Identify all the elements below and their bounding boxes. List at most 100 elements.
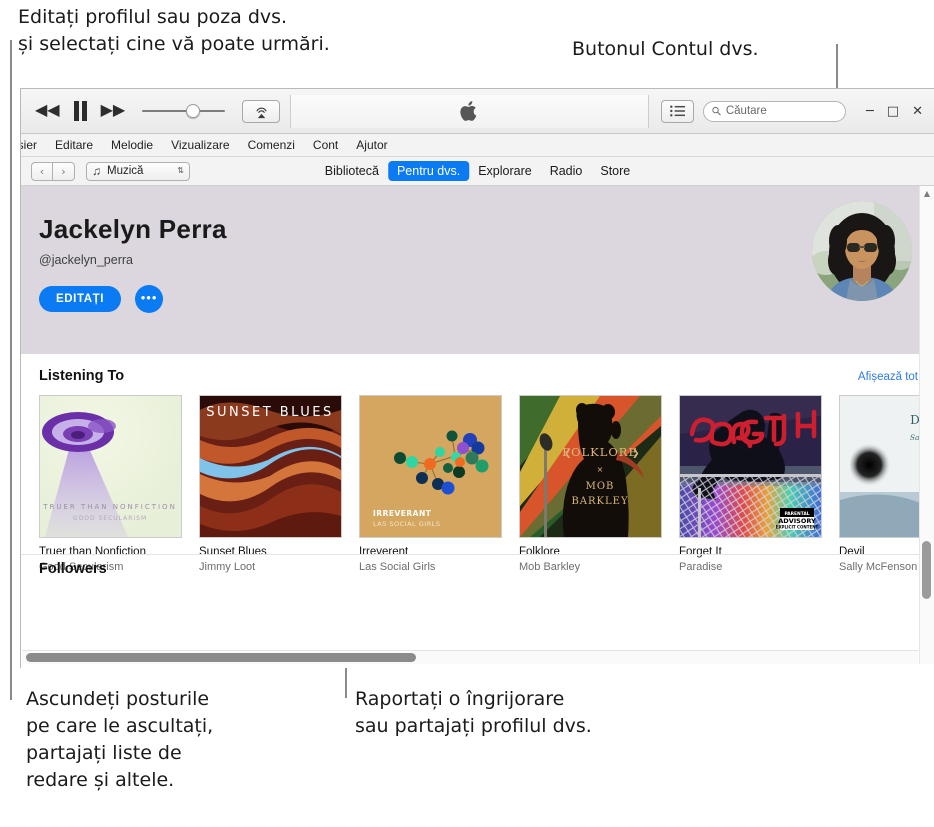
album-art-folklore[interactable]: FOLKLORE × MOB BARKLEY ❮ ❯ [519, 395, 662, 538]
album-title: Sunset Blues [199, 546, 267, 558]
svg-text:MOB: MOB [586, 481, 615, 492]
leader-line-top-left [10, 40, 12, 700]
album-list: TRUER THAN NONFICTION GOOD SECULARISM Tr… [39, 395, 934, 573]
menu-bar: isier Editare Melodie Vizualizare Comenz… [21, 134, 934, 157]
now-playing-display [291, 94, 649, 128]
album-artist: Jimmy Loot [199, 561, 256, 573]
svg-text:❮: ❮ [564, 449, 572, 459]
svg-text:GOOD SECULARISM: GOOD SECULARISM [73, 515, 147, 522]
content-area: Jackelyn Perra @jackelyn_perra EDITAȚI •… [21, 186, 934, 664]
svg-text:IRREVERANT: IRREVERANT [373, 509, 432, 518]
library-selector-label: Muzică [107, 165, 144, 177]
tab-biblioteca[interactable]: Bibliotecă [316, 161, 388, 181]
navigation-bar: ‹ › ♫ Muzică ⇅ Bibliotecă Pentru dvs. Ex… [21, 157, 934, 186]
svg-text:LAS SOCIAL GIRLS: LAS SOCIAL GIRLS [373, 520, 440, 528]
callout-hide-stations: Ascundeți posturile pe care le ascultați… [26, 688, 214, 791]
music-note-icon: ♫ [92, 164, 101, 178]
callout-report-share: Raportați o îngrijorare sau partajați pr… [355, 688, 592, 737]
show-all-link[interactable]: Afișează tot [858, 371, 918, 383]
maximize-button[interactable]: □ [887, 105, 899, 118]
window-controls: ─ □ ✕ [852, 105, 934, 118]
back-button[interactable]: ‹ [31, 161, 53, 181]
album-artist: Mob Barkley [519, 561, 581, 573]
album-title: Forget It [679, 546, 722, 558]
profile-header: Jackelyn Perra @jackelyn_perra EDITAȚI •… [21, 186, 934, 354]
edit-profile-button[interactable]: EDITAȚI [39, 286, 122, 312]
album-art-forget-it[interactable]: PARENTAL ADVISORY EXPLICIT CONTENT [679, 395, 822, 538]
section-title: Listening To [39, 368, 125, 384]
album-card[interactable]: FOLKLORE × MOB BARKLEY ❮ ❯ Folklore Mob … [519, 395, 662, 573]
itunes-window: ◀◀ ▶▶ Căutare ─ □ ✕ ier Editare Melodie … [20, 88, 934, 668]
album-title: Folklore [519, 546, 560, 558]
menu-item-cont[interactable]: Cont [304, 138, 347, 152]
menu-item-comenzi[interactable]: Comenzi [239, 138, 304, 152]
listening-to-section: Listening To Afișează tot TRUER THAN NON… [21, 354, 934, 577]
menu-item-ajutor[interactable]: Ajutor [347, 138, 396, 152]
svg-text:×: × [597, 465, 604, 474]
section-header: Listening To Afișează tot [39, 368, 934, 384]
svg-text:FOLKLORE: FOLKLORE [562, 445, 638, 459]
section-divider [21, 554, 934, 555]
album-artist: Paradise [679, 561, 723, 573]
airplay-icon[interactable] [242, 99, 281, 123]
more-options-button[interactable]: ••• [135, 285, 164, 313]
search-input[interactable] [725, 105, 837, 117]
volume-knob[interactable] [186, 104, 201, 118]
rewind-icon[interactable]: ◀◀ [35, 103, 60, 119]
followers-title: Followers [39, 561, 107, 577]
fast-forward-icon[interactable]: ▶▶ [101, 103, 126, 119]
profile-actions: EDITAȚI ••• [39, 285, 934, 313]
pause-icon[interactable] [73, 101, 88, 121]
svg-text:SUNSET BLUES: SUNSET BLUES [206, 405, 334, 420]
main-tabs: Bibliotecă Pentru dvs. Explorare Radio S… [316, 161, 640, 181]
album-art-truer-than-nonfiction[interactable]: TRUER THAN NONFICTION GOOD SECULARISM [39, 395, 182, 538]
library-selector[interactable]: ♫ Muzică ⇅ [86, 161, 190, 181]
callout-account-button: Butonul Contul dvs. [572, 38, 759, 60]
album-card[interactable]: PARENTAL ADVISORY EXPLICIT CONTENT Forge… [679, 395, 822, 573]
nav-arrows: ‹ › [31, 161, 75, 181]
minimize-button[interactable]: ─ [866, 105, 874, 118]
transport-controls: ◀◀ ▶▶ [21, 94, 292, 128]
title-bar: ◀◀ ▶▶ Căutare ─ □ ✕ [21, 89, 934, 134]
screenshot-root: Editați profilul sau poza dvs. și select… [0, 0, 934, 827]
volume-slider[interactable] [142, 103, 226, 119]
album-artist: Las Social Girls [359, 561, 436, 573]
toolbar-right [649, 99, 852, 123]
album-title: Irreverent [359, 546, 409, 558]
menu-item-melodie[interactable]: Melodie [102, 138, 162, 152]
avatar[interactable] [812, 201, 912, 301]
tab-explorare[interactable]: Explorare [469, 161, 541, 181]
profile-name: Jackelyn Perra [39, 214, 227, 244]
close-button[interactable]: ✕ [912, 105, 923, 118]
vertical-scroll-thumb[interactable] [922, 541, 931, 599]
horizontal-scrollbar[interactable] [22, 650, 918, 664]
volume-track [142, 110, 226, 112]
scroll-up-arrow[interactable]: ▲ [920, 189, 934, 198]
svg-text:EXPLICIT CONTENT: EXPLICIT CONTENT [776, 525, 819, 530]
svg-text:BARKLEY: BARKLEY [571, 496, 628, 507]
forward-button[interactable]: › [53, 161, 75, 181]
search-box[interactable] [702, 100, 846, 122]
callout-edit-profile: Editați profilul sau poza dvs. și select… [18, 6, 330, 55]
menu-item-fisier[interactable]: isier [21, 138, 46, 152]
horizontal-scroll-thumb[interactable] [26, 653, 416, 662]
album-title: Truer than Nonfiction [39, 546, 146, 558]
tab-radio[interactable]: Radio [541, 161, 592, 181]
tab-store[interactable]: Store [591, 161, 639, 181]
album-card[interactable]: TRUER THAN NONFICTION GOOD SECULARISM Tr… [39, 395, 182, 573]
up-next-list-icon[interactable] [660, 99, 694, 123]
svg-text:❯: ❯ [632, 449, 640, 459]
chevron-updown-icon: ⇅ [177, 166, 184, 175]
svg-text:TRUER THAN NONFICTION: TRUER THAN NONFICTION [42, 503, 177, 511]
album-card[interactable]: IRREVERANT LAS SOCIAL GIRLS Irreverent L… [359, 395, 502, 573]
album-card[interactable]: SUNSET BLUES Sunset Blues Jimmy Loot [199, 395, 342, 573]
tab-pentru-dvs[interactable]: Pentru dvs. [387, 161, 470, 181]
album-art-sunset-blues[interactable]: SUNSET BLUES [199, 395, 342, 538]
menu-item-vizualizare[interactable]: Vizualizare [162, 138, 238, 152]
apple-logo-icon [459, 101, 476, 121]
menu-item-editare[interactable]: Editare [46, 138, 102, 152]
vertical-scrollbar[interactable]: ▲ [919, 186, 934, 664]
search-icon [712, 106, 721, 116]
profile-handle: @jackelyn_perra [39, 253, 133, 267]
album-art-irreverent[interactable]: IRREVERANT LAS SOCIAL GIRLS [359, 395, 502, 538]
